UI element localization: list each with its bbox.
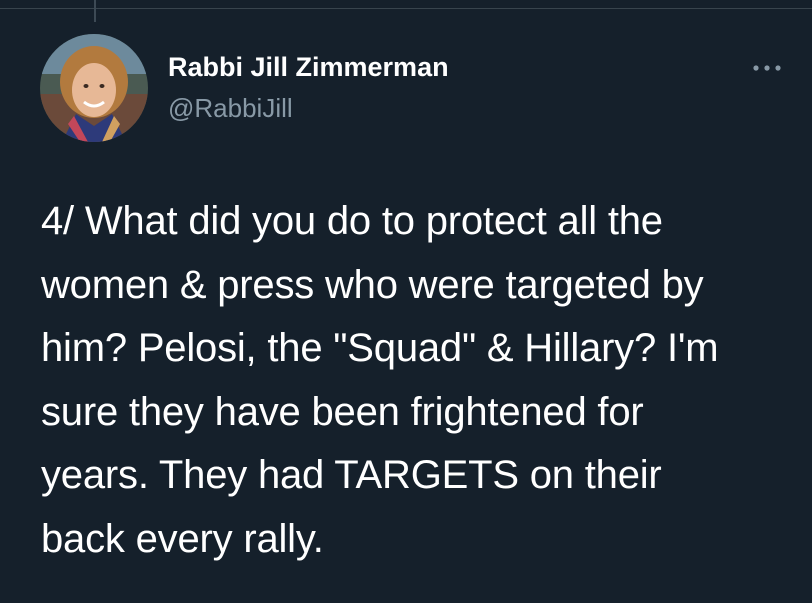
ellipsis-icon [753,65,781,71]
tweet-text: 4/ What did you do to protect all the wo… [41,199,719,561]
profile-photo-icon [40,34,148,142]
more-options-button[interactable] [749,56,785,80]
avatar[interactable] [40,34,148,142]
thread-connector-line [94,0,96,22]
top-divider [0,8,812,9]
author-display-name[interactable]: Rabbi Jill Zimmerman [168,52,449,83]
author-handle[interactable]: @RabbiJill [168,93,293,124]
